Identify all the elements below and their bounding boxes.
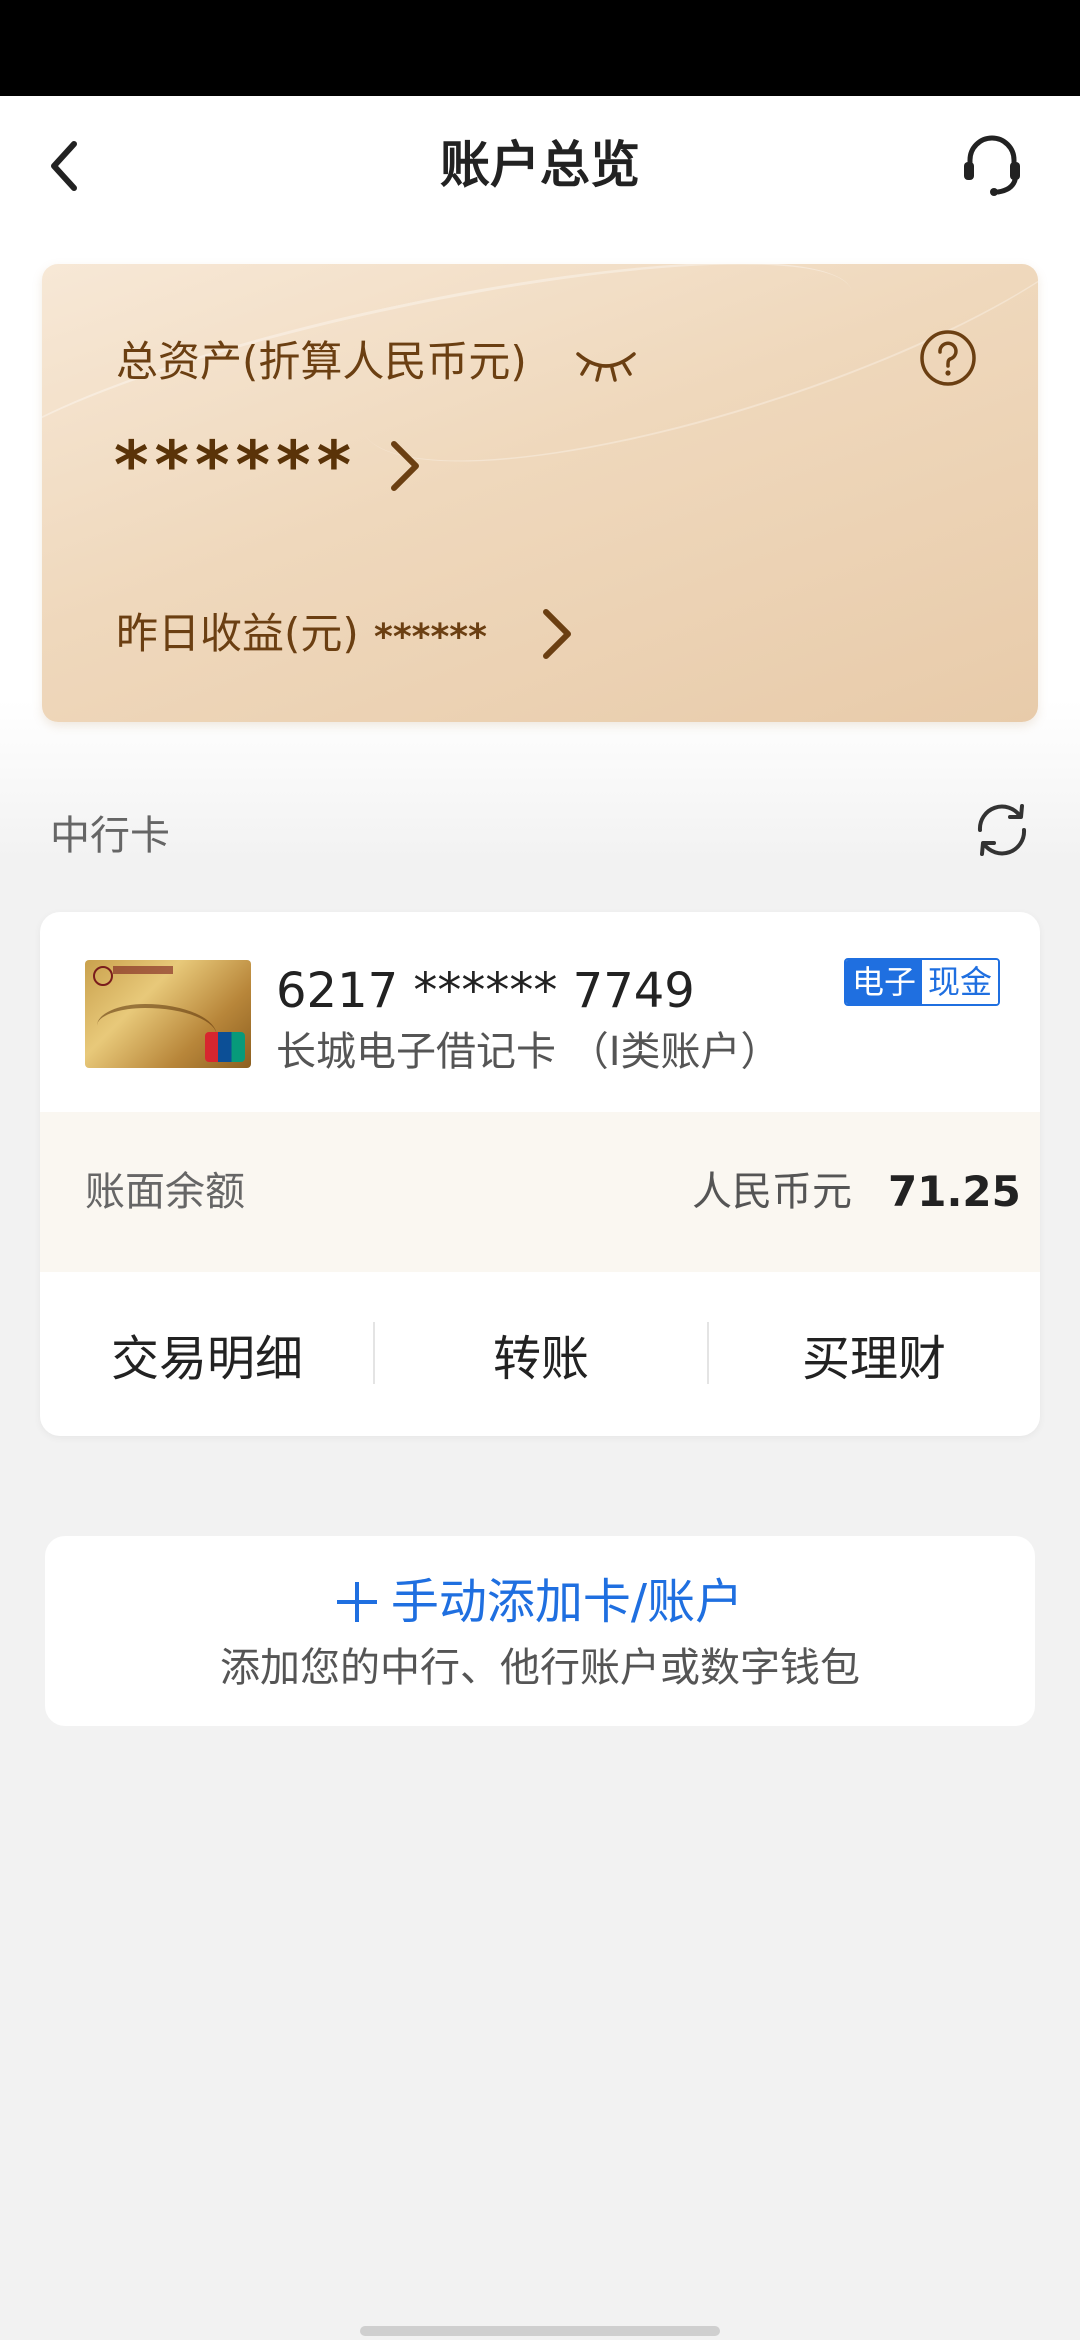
great-wall-graphic bbox=[97, 1004, 217, 1058]
yesterday-earnings-label: 昨日收益(元) bbox=[116, 609, 359, 658]
bank-name-mark bbox=[113, 966, 173, 974]
eye-closed-icon[interactable] bbox=[574, 336, 638, 386]
chevron-right-icon[interactable] bbox=[380, 436, 430, 496]
balance-currency: 人民币元 bbox=[692, 1169, 852, 1215]
headset-icon bbox=[964, 135, 1020, 196]
card-image bbox=[85, 960, 251, 1068]
section-title: 中行卡 bbox=[50, 813, 170, 859]
card-tag: 电子 现金 bbox=[844, 958, 1001, 1006]
add-account-subtitle: 添加您的中行、他行账户或数字钱包 bbox=[220, 1645, 860, 1691]
tag-electronic: 电子 bbox=[846, 960, 923, 1004]
question-circle-icon[interactable] bbox=[918, 328, 978, 388]
buy-wealth-product-button[interactable]: 买理财 bbox=[708, 1272, 1040, 1436]
yesterday-earnings-value[interactable]: ****** bbox=[374, 610, 487, 666]
chevron-right-icon[interactable] bbox=[532, 604, 582, 664]
balance-label: 账面余额 bbox=[85, 1169, 245, 1215]
refresh-icon[interactable] bbox=[972, 800, 1032, 860]
card-type-name: 长城电子借记卡 （I类账户） bbox=[276, 1029, 781, 1075]
bank-logo-icon bbox=[93, 966, 113, 986]
status-bar bbox=[0, 0, 1080, 96]
transaction-details-button[interactable]: 交易明细 bbox=[40, 1272, 374, 1436]
customer-service-button[interactable] bbox=[952, 124, 1032, 204]
card-number: 6217 ****** 7749 bbox=[276, 963, 695, 1019]
plus-icon bbox=[336, 1582, 377, 1622]
balance-row: 账面余额 人民币元 71.25 bbox=[40, 1112, 1040, 1272]
page-title: 账户总览 bbox=[440, 136, 640, 194]
tag-cash: 现金 bbox=[922, 960, 999, 1004]
add-account-title-row: 手动添加卡/账户 bbox=[45, 1570, 1035, 1634]
total-assets-label: 总资产(折算人民币元) bbox=[116, 337, 527, 386]
balance-amount: 71.25 bbox=[888, 1167, 1021, 1216]
add-account-button[interactable]: 手动添加卡/账户 添加您的中行、他行账户或数字钱包 bbox=[45, 1536, 1035, 1726]
home-indicator[interactable] bbox=[360, 2326, 720, 2336]
transfer-button[interactable]: 转账 bbox=[374, 1272, 708, 1436]
total-assets-value[interactable]: ****** bbox=[114, 426, 357, 506]
unionpay-logo-icon bbox=[205, 1032, 245, 1062]
add-account-title: 手动添加卡/账户 bbox=[390, 1574, 744, 1630]
total-assets-card: 总资产(折算人民币元) ****** 昨日收益(元) ****** bbox=[42, 264, 1038, 722]
bank-card-panel[interactable]: 6217 ****** 7749 长城电子借记卡 （I类账户） 电子 现金 账面… bbox=[40, 912, 1040, 1436]
